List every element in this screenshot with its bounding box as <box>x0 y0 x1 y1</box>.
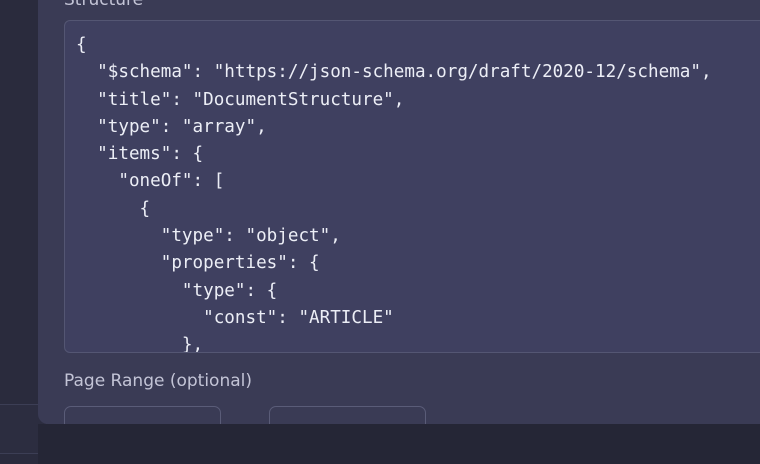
schema-code[interactable]: { "$schema": "https://json-schema.org/dr… <box>76 32 712 352</box>
structure-label: Structure <box>64 0 144 10</box>
footer-band <box>38 424 760 464</box>
sidebar <box>0 0 38 464</box>
schema-editor[interactable]: { "$schema": "https://json-schema.org/dr… <box>64 20 760 353</box>
settings-panel: Structure { "$schema": "https://json-sch… <box>38 0 760 424</box>
page-range-end-input[interactable] <box>269 406 426 424</box>
page-range-start-input[interactable] <box>64 406 221 424</box>
page-range-label: Page Range (optional) <box>64 371 253 391</box>
